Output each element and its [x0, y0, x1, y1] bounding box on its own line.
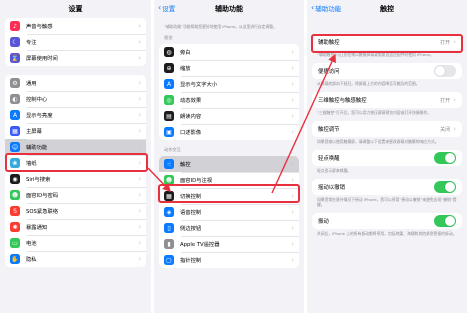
arrow-to-touch — [147, 167, 171, 193]
arrow-to-assistive-touch — [271, 53, 336, 194]
annotation-arrows — [147, 53, 336, 194]
